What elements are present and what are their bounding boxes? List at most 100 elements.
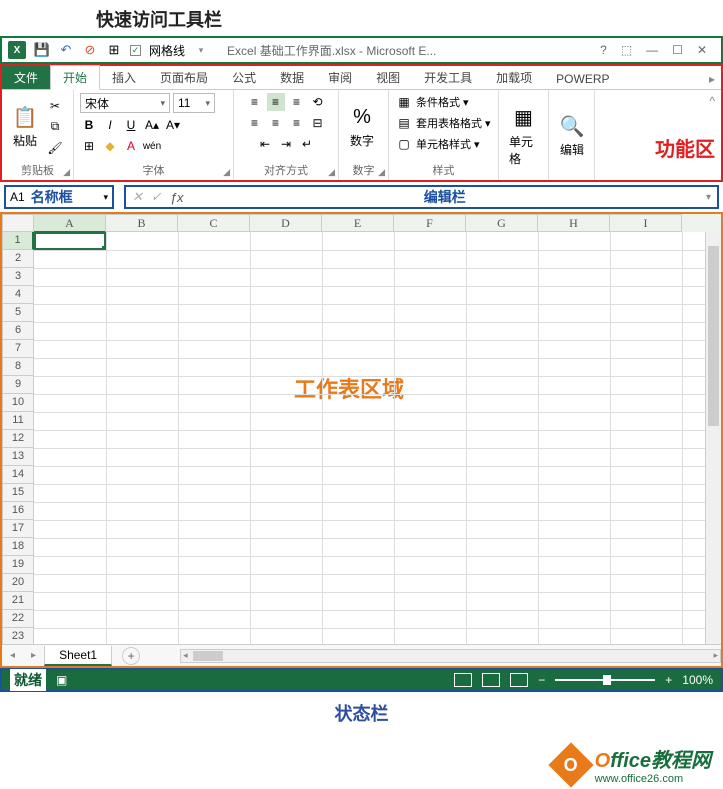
row-header[interactable]: 7 [2,340,34,358]
row-header[interactable]: 10 [2,394,34,412]
horizontal-scrollbar[interactable]: ◂ ▸ [180,649,721,663]
number-launcher-icon[interactable]: ◢ [378,167,385,178]
cancel-formula-icon[interactable]: ✕ [132,189,143,205]
zoom-in-button[interactable]: + [665,673,672,687]
fx-icon[interactable]: ƒx [170,190,184,205]
sheet-nav-prev-icon[interactable]: ◂ [2,650,23,661]
row-header[interactable]: 20 [2,574,34,592]
zoom-out-button[interactable]: − [538,673,545,687]
row-header[interactable]: 13 [2,448,34,466]
alignment-launcher-icon[interactable]: ◢ [328,167,335,178]
maximize-button[interactable]: ☐ [672,43,683,57]
qat-customize-icon[interactable]: ▾ [193,42,209,58]
row-header[interactable]: 4 [2,286,34,304]
page-layout-view-button[interactable] [482,673,500,687]
border-button[interactable]: ⊞ [80,137,98,155]
row-header[interactable]: 11 [2,412,34,430]
help-button[interactable]: ? [600,43,607,57]
editing-button[interactable]: 🔍编辑 [555,111,589,160]
cut-icon[interactable]: ✂ [46,97,64,115]
align-middle-icon[interactable]: ≡ [267,93,285,111]
copy-icon[interactable]: ⧉ [46,118,64,136]
align-left-icon[interactable]: ≡ [246,114,264,132]
align-center-icon[interactable]: ≡ [267,114,285,132]
merge-icon[interactable]: ⊟ [309,114,327,132]
font-size-combo[interactable]: 11▾ [173,93,215,113]
tab-review[interactable]: 审阅 [316,66,364,89]
vertical-scrollbar[interactable] [705,232,721,644]
align-right-icon[interactable]: ≡ [288,114,306,132]
normal-view-button[interactable] [454,673,472,687]
minimize-button[interactable]: — [646,43,658,57]
row-header[interactable]: 17 [2,520,34,538]
row-header[interactable]: 6 [2,322,34,340]
borders-icon[interactable]: ⊞ [106,42,122,58]
column-header[interactable]: F [394,214,466,232]
tab-data[interactable]: 数据 [268,66,316,89]
row-header[interactable]: 21 [2,592,34,610]
row-header[interactable]: 3 [2,268,34,286]
new-sheet-button[interactable]: + [122,647,140,665]
bold-button[interactable]: B [80,116,98,134]
enter-formula-icon[interactable]: ✓ [151,189,162,205]
fill-color-button[interactable]: ◆ [101,137,119,155]
zoom-level[interactable]: 100% [682,673,713,687]
undo-icon[interactable]: ↶ [58,42,74,58]
name-box[interactable]: A1 名称框 ▾ [4,185,114,209]
row-header[interactable]: 2 [2,250,34,268]
zoom-slider[interactable] [555,679,655,681]
increase-font-icon[interactable]: A▴ [143,116,161,134]
tab-layout[interactable]: 页面布局 [148,66,220,89]
clipboard-launcher-icon[interactable]: ◢ [63,167,70,178]
cancel-icon[interactable]: ⊘ [82,42,98,58]
decrease-indent-icon[interactable]: ⇤ [256,135,274,153]
page-break-view-button[interactable] [510,673,528,687]
font-color-button[interactable]: A [122,137,140,155]
wrap-text-icon[interactable]: ↵ [298,135,316,153]
row-header[interactable]: 19 [2,556,34,574]
tab-scroll-icon[interactable]: ▸ [703,69,721,89]
decrease-font-icon[interactable]: A▾ [164,116,182,134]
conditional-format-button[interactable]: ▦条件格式 ▾ [395,93,469,111]
row-header[interactable]: 5 [2,304,34,322]
save-icon[interactable]: 💾 [34,42,50,58]
align-top-icon[interactable]: ≡ [246,93,264,111]
tab-developer[interactable]: 开发工具 [412,66,484,89]
format-painter-icon[interactable]: 🖌 [46,139,64,157]
column-header[interactable]: D [250,214,322,232]
macro-record-icon[interactable]: ▣ [56,673,67,687]
gridlines-checkbox[interactable]: ✓ [130,45,141,56]
expand-formula-icon[interactable]: ▾ [706,192,711,203]
row-header[interactable]: 15 [2,484,34,502]
row-header[interactable]: 1 [2,232,34,250]
sheet-nav-next-icon[interactable]: ▸ [23,650,44,661]
tab-powerp[interactable]: POWERP [544,69,621,89]
column-header[interactable]: I [610,214,682,232]
increase-indent-icon[interactable]: ⇥ [277,135,295,153]
table-format-button[interactable]: ▤套用表格格式 ▾ [395,114,491,132]
tab-insert[interactable]: 插入 [100,66,148,89]
font-name-combo[interactable]: 宋体▾ [80,93,170,113]
tab-file[interactable]: 文件 [2,66,50,89]
tab-addins[interactable]: 加载项 [484,66,544,89]
italic-button[interactable]: I [101,116,119,134]
column-header[interactable]: G [466,214,538,232]
tab-home[interactable]: 开始 [50,65,100,90]
paste-button[interactable]: 📋 粘贴 [8,102,42,151]
formula-bar[interactable]: ✕ ✓ ƒx 编辑栏 ▾ [124,185,719,209]
cell-style-button[interactable]: ▢单元格样式 ▾ [395,135,480,153]
close-button[interactable]: ✕ [697,43,707,57]
number-format-button[interactable]: % 数字 [345,102,379,151]
row-header[interactable]: 23 [2,628,34,644]
row-header[interactable]: 14 [2,466,34,484]
active-cell[interactable] [34,232,106,250]
align-bottom-icon[interactable]: ≡ [288,93,306,111]
tab-formulas[interactable]: 公式 [220,66,268,89]
column-header[interactable]: E [322,214,394,232]
ribbon-options-button[interactable]: ⬚ [621,43,632,57]
font-launcher-icon[interactable]: ◢ [223,167,230,178]
select-all-button[interactable] [2,214,34,232]
phonetic-button[interactable]: wén [143,137,161,155]
row-header[interactable]: 16 [2,502,34,520]
namebox-dropdown-icon[interactable]: ▾ [103,192,108,203]
